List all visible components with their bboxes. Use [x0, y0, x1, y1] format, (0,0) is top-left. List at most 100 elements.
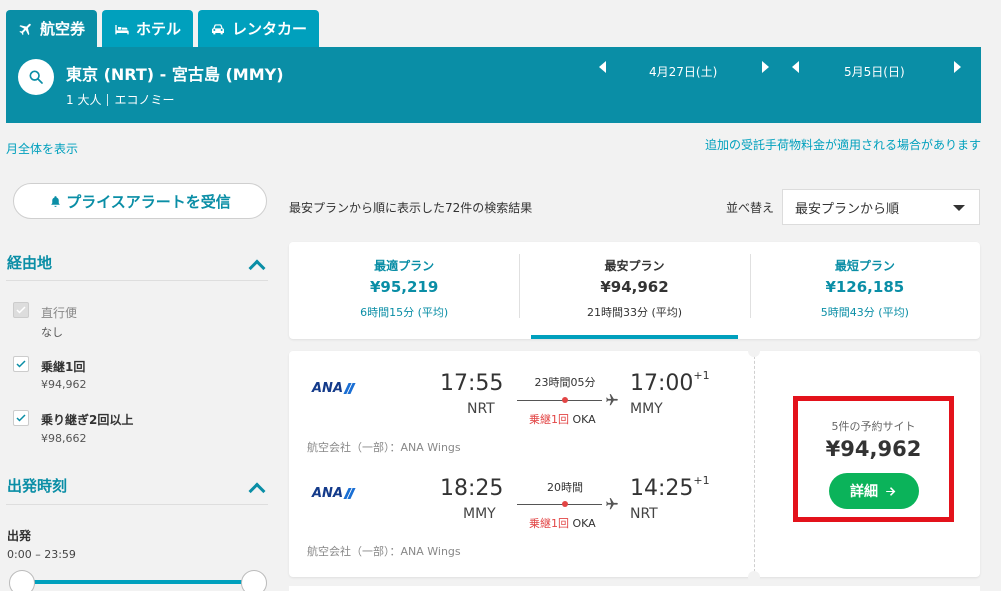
inbound-route-line [517, 504, 602, 505]
filter-option-price: なし [41, 326, 63, 339]
bed-icon [115, 24, 129, 34]
check-icon [16, 306, 26, 314]
return-date[interactable]: 5月5日(日) [844, 63, 905, 80]
month-view-link[interactable]: 月全体を表示 [6, 140, 78, 157]
price-alert-label: プライスアラートを受信 [66, 192, 231, 211]
stop-airport: OKA [572, 517, 596, 530]
departure-slider-max-handle[interactable] [241, 570, 267, 591]
card-notch [748, 571, 760, 583]
next-day-indicator: +1 [693, 474, 710, 487]
tab-rental-cars[interactable]: レンタカー [198, 10, 320, 47]
stops-filter-title: 経由地 [7, 254, 53, 272]
details-button-label: 詳細 [850, 484, 878, 500]
checkbox-two-plus-stops[interactable] [13, 410, 29, 426]
details-button[interactable]: 詳細 [828, 473, 919, 509]
return-date-next-button[interactable] [954, 61, 961, 73]
airline-logo: ANA [312, 486, 356, 501]
car-icon [212, 23, 225, 34]
airline-name: ANA [312, 381, 344, 396]
arrival-time: 14:25 [630, 476, 694, 501]
plan-cheapest[interactable]: 最安プラン ¥94,962 21時間33分 (平均) [519, 242, 749, 339]
filter-option-label: 乗り継ぎ2回以上 [41, 413, 134, 427]
filter-option-label: 直行便 [41, 306, 78, 320]
plan-duration: 21時間33分 (平均) [586, 306, 683, 319]
outbound-route-line [517, 400, 602, 401]
outbound-duration: 23時間05分 [534, 376, 596, 389]
bell-icon [51, 195, 61, 207]
return-date-prev-button[interactable] [792, 61, 799, 73]
divider [6, 280, 268, 281]
airline-logo-mark [343, 383, 356, 394]
booking-sites-count: 5件の予約サイト [831, 420, 916, 433]
outbound-departure-time: 17:55 [440, 371, 504, 396]
depart-date-prev-button[interactable] [599, 61, 606, 73]
outbound-stop-info: 乗継1回 OKA [529, 411, 596, 427]
search-summary-bar[interactable]: 東京 (NRT) - 宮古島 (MMY) 1 大人 エコノミー 4月27日(土)… [6, 47, 981, 123]
plan-title: 最安プラン [604, 259, 665, 273]
plan-best[interactable]: 最適プラン ¥95,219 6時間15分 (平均) [289, 242, 519, 339]
sort-select[interactable]: 最安プランから順 [782, 189, 980, 225]
departure-time-filter-title: 出発時刻 [7, 477, 68, 495]
checkbox-nonstop[interactable] [13, 302, 29, 318]
divider [6, 504, 268, 505]
tab-flights[interactable]: 航空券 [6, 10, 98, 47]
card-notch [748, 345, 760, 357]
plan-title: 最適プラン [374, 259, 435, 273]
card-divider [754, 351, 755, 577]
inbound-departure-airport: MMY [463, 506, 496, 522]
plan-duration: 6時間15分 (平均) [360, 306, 449, 319]
price-alert-button[interactable]: プライスアラートを受信 [13, 183, 267, 219]
depart-date[interactable]: 4月27日(土) [649, 63, 717, 80]
route-summary: 東京 (NRT) - 宮古島 (MMY) [66, 65, 284, 84]
plan-title: 最短プラン [834, 259, 895, 273]
check-icon [16, 414, 26, 422]
booking-summary: 5件の予約サイト ¥94,962 詳細 [793, 396, 954, 522]
filter-option-label: 乗継1回 [41, 360, 86, 374]
plane-icon [19, 23, 31, 35]
stop-label: 乗継1回 [529, 517, 569, 530]
arrow-right-icon [886, 486, 896, 496]
results-count: 最安プランから順に表示した72件の検索結果 [289, 201, 533, 215]
passenger-count: 1 大人 [66, 93, 102, 107]
depart-date-next-button[interactable] [762, 61, 769, 73]
tab-hotels[interactable]: ホテル [102, 10, 194, 47]
plan-duration: 5時間43分 (平均) [820, 306, 909, 319]
departure-slider-min-handle[interactable] [9, 570, 35, 591]
plane-icon [606, 498, 618, 510]
chevron-up-icon[interactable] [248, 482, 266, 500]
tab-flights-label: 航空券 [40, 20, 86, 38]
airline-name: ANA [312, 486, 344, 501]
caret-down-icon [953, 205, 965, 211]
next-day-indicator: +1 [693, 369, 710, 382]
stop-dot [562, 501, 568, 507]
tab-hotels-label: ホテル [136, 20, 182, 38]
product-tabs: 航空券 ホテル レンタカー [6, 10, 320, 47]
filter-option-price: ¥94,962 [41, 378, 87, 391]
departure-slider-track[interactable] [22, 580, 254, 584]
inbound-operated-by: 航空会社（一部）：ANA Wings [307, 545, 461, 558]
arrival-time: 17:00 [630, 371, 694, 396]
outbound-operated-by: 航空会社（一部）：ANA Wings [307, 441, 461, 454]
separator [107, 93, 109, 106]
departure-label: 出発 [7, 529, 32, 543]
booking-price: ¥94,962 [825, 437, 922, 461]
next-result-card[interactable] [289, 586, 980, 591]
plan-fastest[interactable]: 最短プラン ¥126,185 5時間43分 (平均) [749, 242, 980, 339]
search-button[interactable] [18, 59, 54, 95]
outbound-arrival-airport: MMY [630, 401, 663, 417]
tab-rental-cars-label: レンタカー [232, 20, 308, 38]
plan-price: ¥95,219 [370, 278, 439, 296]
outbound-arrival-time: 17:00+1 [630, 369, 710, 396]
stop-dot [562, 397, 568, 403]
inbound-stop-info: 乗継1回 OKA [529, 515, 596, 531]
inbound-arrival-time: 14:25+1 [630, 474, 710, 501]
chevron-up-icon[interactable] [248, 259, 266, 277]
checkbox-one-stop[interactable] [13, 356, 29, 372]
stop-label: 乗継1回 [529, 413, 569, 426]
cabin-class: エコノミー [114, 93, 175, 107]
sort-value: 最安プランから順 [795, 201, 900, 217]
plane-icon [606, 394, 618, 406]
baggage-fee-note[interactable]: 追加の受託手荷物料金が適用される場合があります [705, 136, 981, 153]
filter-option-price: ¥98,662 [41, 432, 87, 445]
stop-airport: OKA [572, 413, 596, 426]
